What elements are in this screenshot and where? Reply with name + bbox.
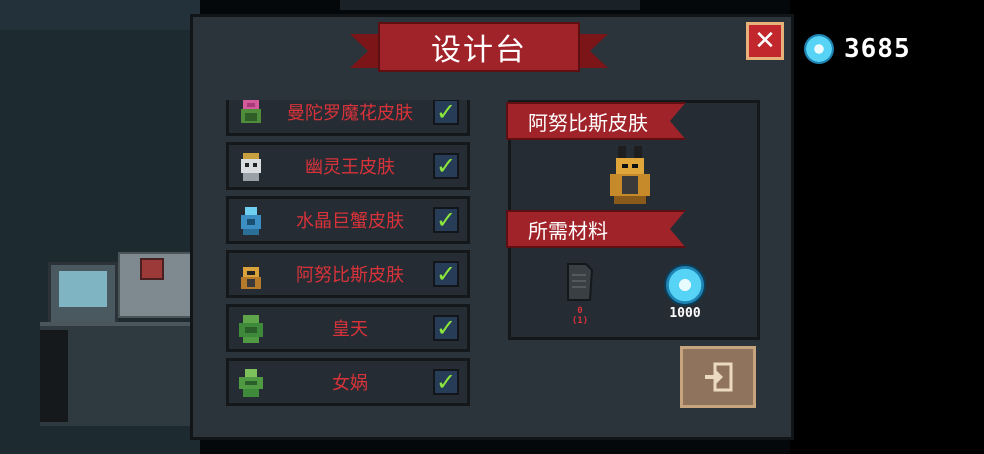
anubis-preview-icon [610, 146, 650, 204]
list-item[interactable]: 幽灵王皮肤 ✓ [226, 142, 470, 190]
skin-checkbox[interactable]: ✓ [433, 315, 459, 341]
check-icon: ✓ [435, 100, 457, 126]
skin-name: 女娲 [332, 373, 368, 394]
materials-heading: 所需材料 [528, 218, 608, 243]
skin-checkbox[interactable]: ✓ [433, 207, 459, 233]
check-icon: ✓ [435, 314, 457, 342]
skin-name: 水晶巨蟹皮肤 [296, 211, 404, 232]
list-item[interactable]: 阿努比斯皮肤 ✓ [226, 250, 470, 298]
selected-skin-ribbon: 阿努比斯皮肤 [506, 102, 686, 140]
skin-name: 曼陀罗魔花皮肤 [287, 103, 413, 124]
craft-button[interactable] [680, 346, 756, 408]
document-required: (1) [571, 316, 589, 326]
page-title: 设计台 [431, 33, 527, 68]
currency-display: 3685 [804, 34, 911, 64]
document-owned: 0 [577, 306, 583, 316]
list-item[interactable]: 皇天 ✓ [226, 304, 470, 352]
anubis-icon [241, 261, 261, 289]
close-icon: ✕ [754, 26, 776, 56]
desk-shadow [40, 330, 68, 422]
room-wall [0, 0, 200, 30]
document-count: 0 (1) [560, 306, 600, 326]
gem-cost: 1000 [669, 306, 701, 321]
gem-count: 3685 [844, 34, 911, 64]
materials-ribbon: 所需材料 [506, 210, 686, 248]
skin-checkbox[interactable]: ✓ [433, 153, 459, 179]
nuwa-icon [239, 369, 263, 397]
skin-name: 阿努比斯皮肤 [296, 265, 404, 286]
check-icon: ✓ [435, 206, 457, 234]
huangtian-icon [239, 315, 263, 343]
gem-icon [664, 264, 706, 306]
gem-icon [804, 34, 834, 64]
list-item[interactable]: 曼陀罗魔花皮肤 ✓ [226, 100, 470, 136]
skin-list[interactable]: 曼陀罗魔花皮肤 ✓ 幽灵王皮肤 ✓ 水晶巨蟹皮肤 ✓ 阿努比斯皮肤 ✓ 皇天 ✓… [226, 100, 474, 416]
computer-monitor [48, 262, 118, 326]
ghost-king-icon [241, 153, 261, 181]
list-item[interactable]: 女娲 ✓ [226, 358, 470, 406]
check-icon: ✓ [435, 260, 457, 288]
check-icon: ✓ [435, 152, 457, 180]
skin-checkbox[interactable]: ✓ [433, 369, 459, 395]
document-icon [567, 263, 594, 301]
list-item[interactable]: 水晶巨蟹皮肤 ✓ [226, 196, 470, 244]
mandala-flower-icon [241, 100, 261, 123]
skin-checkbox[interactable]: ✓ [433, 100, 459, 125]
dark-void [790, 0, 984, 454]
skin-name: 皇天 [332, 319, 368, 340]
selected-skin-name: 阿努比斯皮肤 [528, 110, 648, 135]
hammer-icon [140, 258, 164, 280]
skin-checkbox[interactable]: ✓ [433, 261, 459, 287]
banner-main: 设计台 [378, 22, 580, 72]
close-button[interactable]: ✕ [746, 22, 784, 60]
skin-name: 幽灵王皮肤 [305, 157, 395, 178]
crystal-crab-icon [241, 207, 261, 235]
monitor-screen [59, 271, 107, 307]
enter-icon [705, 362, 733, 392]
room-top-wall [340, 0, 640, 10]
title-banner: 设计台 [350, 22, 608, 78]
check-icon: ✓ [435, 368, 457, 396]
